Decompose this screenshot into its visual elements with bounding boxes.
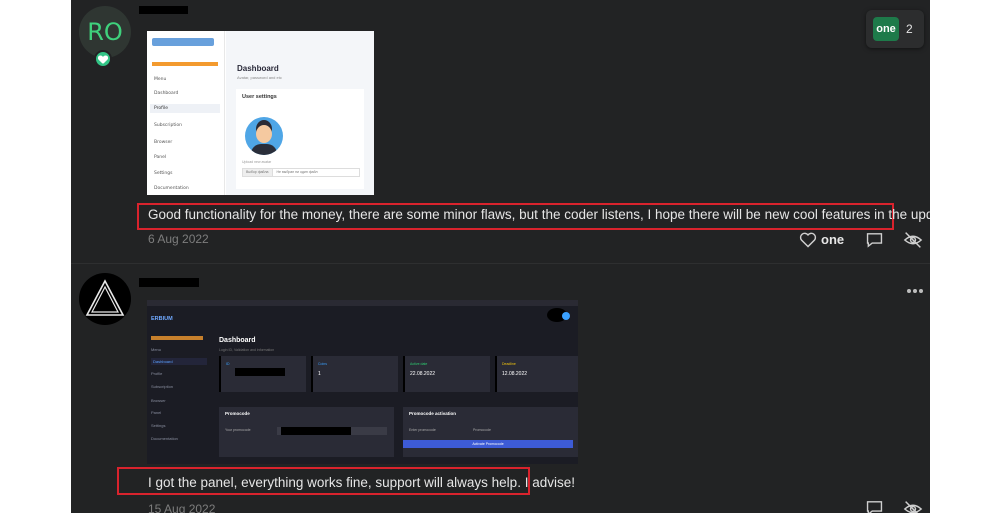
triangle-logo-icon (85, 279, 125, 316)
ss-nav-item: Documentation (154, 186, 189, 191)
ss-stat-value: 12.08.2022 (502, 371, 528, 377)
ss-stat-card: Deadline 12.08.2022 (495, 356, 578, 392)
ss-card-title: User settings (242, 94, 277, 100)
redacted-username (139, 278, 199, 287)
reply-icon[interactable] (866, 232, 883, 248)
ss-promo-card: Promocode Your promocode (219, 407, 394, 457)
ss-nav-heading: Browser (151, 398, 166, 403)
ss-nav-item: Settings (151, 423, 166, 428)
ss-stat-value: 1 (318, 371, 321, 377)
ss-page-subtitle: Avatar, password and etc (237, 75, 282, 80)
ss-warning-bar (151, 336, 203, 340)
ss-upload-label: Upload new avatar (242, 160, 272, 164)
ss-stat-card: Active date 22.08.2022 (403, 356, 490, 392)
comment-text: I got the panel, everything works fine, … (148, 475, 575, 490)
ss-stat-card: ID (219, 356, 306, 392)
avatar[interactable] (79, 273, 131, 325)
ss-nav-item: Dashboard (151, 358, 207, 365)
ss-file-button: Выбор файла (243, 169, 273, 176)
attached-screenshot[interactable]: Menu Dashboard Profile Subscription Brow… (147, 31, 374, 195)
ss-logo: ERBIUM (151, 316, 173, 322)
supporter-badge-icon (94, 50, 112, 68)
like-count[interactable]: one (821, 232, 844, 247)
ss-page-title: Dashboard (219, 337, 256, 344)
ss-page-subtitle: Login ID, Validation and information (219, 348, 275, 352)
ss-logo (152, 38, 214, 46)
ss-nav-heading: Menu (151, 347, 162, 352)
comment-text: Good functionality for the money, there … (148, 207, 930, 222)
ss-nav-item: Profile (150, 104, 220, 113)
hide-eye-icon[interactable] (903, 231, 923, 249)
ss-page-title: Dashboard (237, 64, 279, 73)
hide-eye-icon[interactable] (903, 500, 923, 513)
ss-field-label: Your promocode (225, 428, 251, 432)
reviews-panel: RO one 2 Menu Dashboard Profile Subscrip… (71, 0, 930, 513)
ss-warning-bar (152, 62, 218, 66)
ss-card-title: Promocode activation (409, 411, 457, 416)
user-avatar-icon (245, 117, 283, 155)
ss-sidebar: Menu Dashboard Profile Subscription Brow… (147, 31, 225, 195)
reaction-chip[interactable]: one (873, 17, 899, 41)
ss-stat-card: Coins 1 (311, 356, 398, 392)
ss-nav-item: Subscription (151, 384, 174, 389)
ss-file-input: Выбор файла Не выбран ни один файл (242, 168, 360, 177)
ss-field-input: Promocode (473, 428, 491, 432)
ss-profile-icon (562, 312, 570, 320)
ss-nav-item: Panel (154, 155, 167, 160)
ss-nav-item: Settings (154, 171, 173, 176)
ss-stat-label: ID (226, 362, 230, 366)
ss-nav-item: Panel (151, 410, 162, 415)
ss-stat-label: Active date (410, 362, 428, 366)
ss-stat-value: 22.08.2022 (410, 371, 436, 377)
ss-activate-button: Activate Promocode (403, 440, 573, 448)
ss-settings-card: User settings Upload new avatar Выбор фа… (236, 89, 364, 189)
ss-field-label: Enter promocode (409, 428, 436, 432)
more-options-icon[interactable] (907, 280, 925, 293)
divider (71, 263, 930, 264)
redacted-promocode (281, 427, 351, 435)
redacted-id (235, 368, 285, 376)
attached-screenshot[interactable]: ERBIUM Menu Dashboard Profile Subscripti… (147, 300, 578, 464)
ss-browser-bar (147, 300, 578, 306)
heart-icon[interactable] (799, 232, 817, 248)
ss-nav-item: Documentation (151, 436, 178, 441)
ss-nav-heading: Menu (154, 77, 167, 82)
ss-nav-item: Profile (151, 371, 163, 376)
ss-stat-label: Coins (318, 362, 327, 366)
ss-stat-label: Deadline (502, 362, 516, 366)
reaction-count: 2 (906, 22, 913, 36)
comment-date: 6 Aug 2022 (148, 232, 209, 246)
redacted-username (139, 6, 188, 14)
reaction-popover[interactable]: one 2 (866, 10, 924, 48)
reply-icon[interactable] (866, 500, 883, 513)
ss-card-title: Promocode (225, 411, 250, 416)
comment-date: 15 Aug 2022 (148, 502, 216, 513)
ss-nav-heading: Browser (154, 140, 173, 145)
ss-activation-card: Promocode activation Enter promocode Pro… (403, 407, 578, 457)
ss-file-status: Не выбран ни один файл (276, 170, 318, 174)
ss-main: Dashboard Avatar, password and etc User … (226, 31, 374, 195)
ss-nav-item: Subscription (154, 123, 182, 128)
ss-nav-item: Dashboard (154, 91, 179, 96)
